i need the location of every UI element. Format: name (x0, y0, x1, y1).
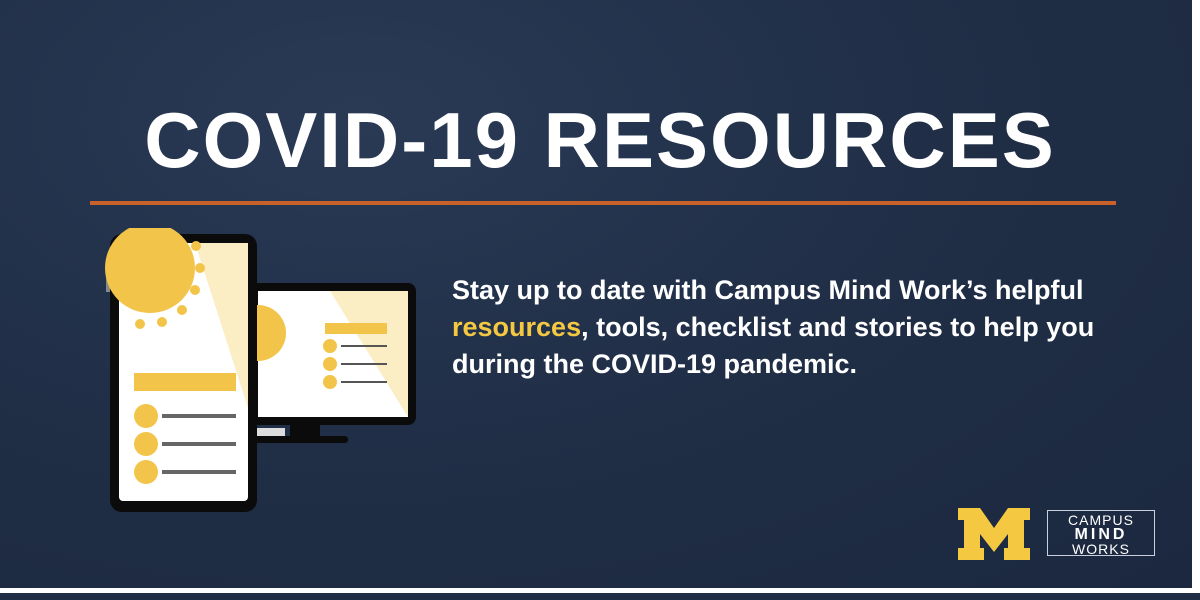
monitor-icon (230, 283, 416, 443)
logo-line-mind: MIND (1074, 526, 1128, 543)
resources-link[interactable]: resources (452, 312, 581, 342)
description-text: Stay up to date with Campus Mind Work’s … (452, 275, 1084, 305)
devices-illustration (105, 228, 416, 512)
campus-mind-works-logo: CAMPUS MIND WORKS (1047, 510, 1155, 556)
phone-icon (105, 228, 257, 512)
description: Stay up to date with Campus Mind Work’s … (452, 272, 1152, 383)
bottom-strip (0, 593, 1200, 600)
logo-line-works: WORKS (1072, 541, 1130, 557)
divider (90, 201, 1116, 205)
logo-line-campus: CAMPUS (1068, 512, 1134, 528)
banner: COVID-19 RESOURCES Stay up to date with … (0, 0, 1192, 588)
michigan-m-logo (958, 508, 1030, 560)
page-title: COVID-19 RESOURCES (144, 96, 1056, 184)
